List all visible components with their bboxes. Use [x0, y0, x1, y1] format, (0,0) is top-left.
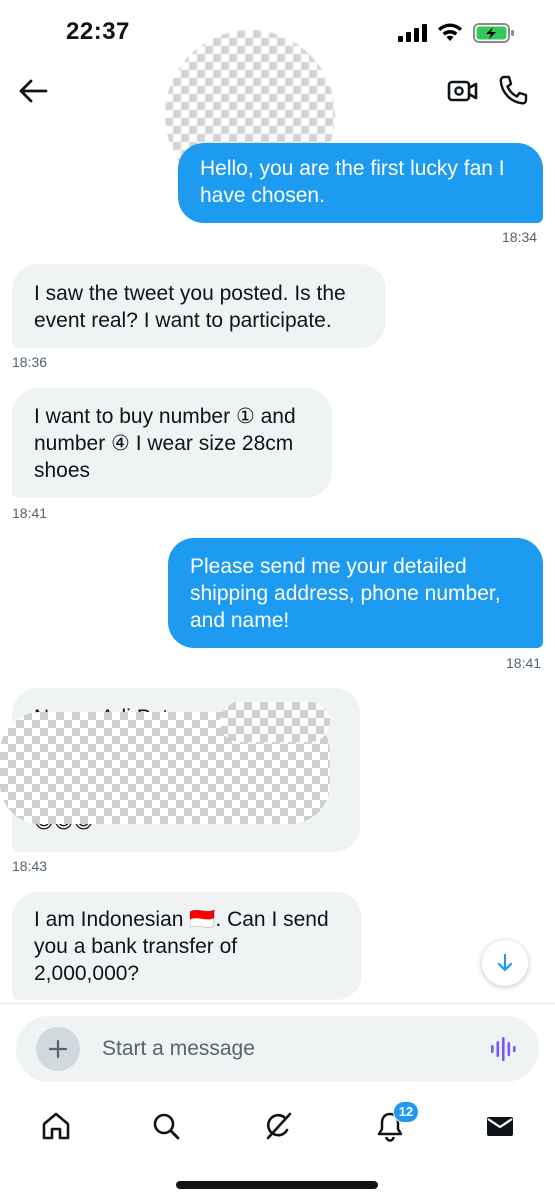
- redacted-content-overlay: [220, 702, 330, 742]
- message-bubble-incoming[interactable]: I saw the tweet you posted. Is the event…: [12, 264, 386, 348]
- add-attachment-button[interactable]: [36, 1027, 80, 1071]
- nav-messages[interactable]: [480, 1106, 520, 1146]
- cellular-signal-icon: [398, 24, 427, 42]
- composer-divider: [0, 1003, 555, 1004]
- message-timestamp: 18:41: [506, 655, 542, 671]
- arrow-left-icon[interactable]: [16, 76, 50, 106]
- scroll-to-bottom-button[interactable]: [482, 940, 528, 986]
- grok-icon: [266, 1112, 292, 1140]
- message-input[interactable]: [102, 1034, 462, 1064]
- messages-envelope-icon: [487, 1117, 513, 1136]
- message-bubble-outgoing[interactable]: Please send me your detailed shipping ad…: [168, 538, 543, 648]
- message-bubble-incoming[interactable]: I want to buy number ① and number ④ I we…: [12, 388, 332, 498]
- nav-grok[interactable]: [258, 1106, 298, 1146]
- notifications-badge: 12: [393, 1101, 419, 1123]
- search-icon: [153, 1113, 180, 1140]
- message-composer: [16, 1016, 539, 1082]
- message-text: I want to buy number ① and number ④ I we…: [34, 405, 296, 482]
- arrow-down-icon: [497, 953, 513, 972]
- bottom-navigation: [0, 1092, 555, 1162]
- plus-icon: [48, 1039, 68, 1059]
- battery-charging-icon: [473, 23, 514, 43]
- message-timestamp: 18:34: [502, 229, 538, 245]
- message-timestamp: 18:36: [12, 354, 48, 370]
- message-text: Hello, you are the first lucky fan I hav…: [200, 157, 505, 207]
- message-bubble-outgoing[interactable]: Hello, you are the first lucky fan I hav…: [178, 143, 543, 223]
- wifi-icon: [438, 23, 462, 41]
- message-text: I saw the tweet you posted. Is the event…: [34, 282, 346, 332]
- message-timestamp: 18:41: [12, 505, 48, 521]
- message-timestamp: 18:43: [12, 858, 48, 874]
- message-text: I am Indonesian 🇮🇩. Can I send you a ban…: [34, 908, 329, 985]
- video-camera-icon[interactable]: [446, 76, 478, 106]
- message-text: Please send me your detailed shipping ad…: [190, 555, 501, 632]
- phone-icon[interactable]: [498, 74, 528, 106]
- home-indicator: [176, 1181, 378, 1189]
- nav-home[interactable]: [36, 1106, 76, 1146]
- nav-search[interactable]: [146, 1106, 186, 1146]
- home-icon: [42, 1112, 70, 1140]
- message-bubble-incoming[interactable]: I am Indonesian 🇮🇩. Can I send you a ban…: [12, 892, 362, 1000]
- status-time: 22:37: [66, 18, 130, 45]
- conversation-header: [0, 30, 555, 200]
- voice-waveform-icon[interactable]: [490, 1036, 518, 1062]
